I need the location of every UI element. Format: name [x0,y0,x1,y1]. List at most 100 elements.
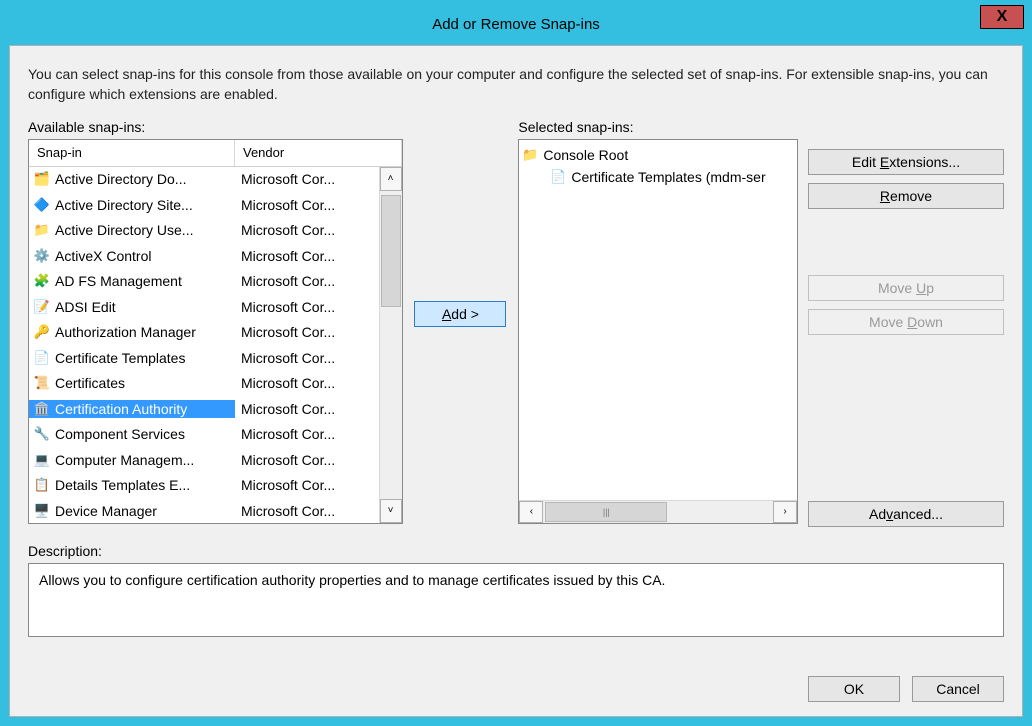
snapin-row[interactable]: 📁Active Directory Use...Microsoft Cor... [29,218,379,244]
adv-pre: Ad [869,506,886,522]
description-text: Allows you to configure certification au… [39,572,665,588]
snapin-row[interactable]: 🔧Component ServicesMicrosoft Cor... [29,422,379,448]
snapin-name: Active Directory Site... [55,197,193,213]
remove-underline: R [880,188,890,204]
snapin-icon: 📁 [33,221,51,239]
chevron-right-icon: › [783,506,786,517]
close-button[interactable]: X [980,5,1024,29]
action-column: Edit Extensions... Remove Move Up Move D… [808,119,1004,527]
snapin-row[interactable]: 📝ADSI EditMicrosoft Cor... [29,294,379,320]
scroll-left-button[interactable]: ‹ [519,501,543,523]
snapin-name-cell: 🔑Authorization Manager [29,323,235,341]
snapin-row[interactable]: 🧩AD FS Management Microsoft Cor... [29,269,379,295]
horizontal-scrollbar[interactable]: ‹ ||| › [519,500,797,523]
snapin-name-cell: 📝ADSI Edit [29,298,235,316]
header-vendor[interactable]: Vendor [235,140,402,166]
snapin-row[interactable]: 📜CertificatesMicrosoft Cor... [29,371,379,397]
hscroll-thumb[interactable]: ||| [545,502,667,522]
move-down-button: Move Down [808,309,1004,335]
snapin-icon: ⚙️ [33,247,51,265]
snapin-name: ActiveX Control [55,248,151,264]
move-up-button: Move Up [808,275,1004,301]
snapin-icon: 🏛️ [33,400,51,418]
spacer [808,217,1004,267]
snapin-name: Component Services [55,426,185,442]
tree-root-label: Console Root [543,147,628,163]
snapin-name: Active Directory Do... [55,171,186,187]
moveup-post: p [926,280,934,296]
snapin-name-cell: 🏛️Certification Authority [29,400,235,418]
dialog-window: Add or Remove Snap-ins X You can select … [0,0,1032,726]
close-icon: X [997,8,1008,26]
snapin-name-cell: 💻Computer Managem... [29,451,235,469]
scroll-down-button[interactable]: ˅ [380,499,402,523]
snapin-vendor: Microsoft Cor... [235,222,379,238]
remove-button[interactable]: Remove [808,183,1004,209]
snapin-name: Computer Managem... [55,452,194,468]
scroll-thumb[interactable] [381,195,401,307]
snapin-icon: 🔑 [33,323,51,341]
scroll-right-button[interactable]: › [773,501,797,523]
spacer [808,343,1004,493]
chevron-down-icon: ˅ [388,505,394,516]
add-underline: A [442,306,451,322]
snapin-icon: 📋 [33,476,51,494]
list-header-row: Snap-in Vendor [29,140,402,167]
snapin-vendor: Microsoft Cor... [235,273,379,289]
snapin-vendor: Microsoft Cor... [235,299,379,315]
chevron-up-icon: ˄ [388,173,394,184]
scroll-up-button[interactable]: ˄ [380,167,402,191]
client-area: You can select snap-ins for this console… [9,45,1023,717]
moveup-underline: U [916,280,926,296]
snapin-row[interactable]: ⚙️ActiveX ControlMicrosoft Cor... [29,243,379,269]
snapin-vendor: Microsoft Cor... [235,452,379,468]
snapin-icon: 🧩 [33,272,51,290]
header-snapin[interactable]: Snap-in [29,140,235,166]
edit-ext-underline: E [880,154,889,170]
snapin-icon: 📝 [33,298,51,316]
tree-child[interactable]: 📄 Certificate Templates (mdm-ser [521,166,795,188]
cancel-button[interactable]: Cancel [912,676,1004,702]
snapin-vendor: Microsoft Cor... [235,426,379,442]
snapin-vendor: Microsoft Cor... [235,171,379,187]
snapin-row[interactable]: 🔑Authorization ManagerMicrosoft Cor... [29,320,379,346]
snapin-row[interactable]: 🖥️Device ManagerMicrosoft Cor... [29,498,379,523]
vertical-scrollbar[interactable]: ˄ ˅ [379,167,402,523]
snapin-name: Certificates [55,375,125,391]
ok-button[interactable]: OK [808,676,900,702]
tree-root[interactable]: 📁 Console Root [521,144,795,166]
available-column: Available snap-ins: Snap-in Vendor 🗂️Act… [28,119,403,524]
add-button[interactable]: Add > [414,301,506,327]
snapin-row[interactable]: 📋Details Templates E...Microsoft Cor... [29,473,379,499]
adv-post: anced... [893,506,943,522]
available-label: Available snap-ins: [28,119,403,135]
snapin-name: AD FS Management [55,273,182,289]
snapin-name: Certification Authority [55,401,187,417]
snapin-name-cell: 🖥️Device Manager [29,502,235,520]
selected-tree[interactable]: 📁 Console Root 📄 Certificate Templates (… [518,139,798,524]
template-icon: 📄 [549,168,567,186]
movedown-underline: D [907,314,917,330]
snapin-name: Device Manager [55,503,157,519]
available-list[interactable]: Snap-in Vendor 🗂️Active Directory Do...M… [28,139,403,524]
snapin-vendor: Microsoft Cor... [235,477,379,493]
add-rest: dd > [451,306,479,322]
grip-icon: ||| [603,507,610,517]
edit-extensions-button[interactable]: Edit Extensions... [808,149,1004,175]
main-columns: Available snap-ins: Snap-in Vendor 🗂️Act… [28,119,1004,527]
snapin-row[interactable]: 📄Certificate TemplatesMicrosoft Cor... [29,345,379,371]
snapin-icon: 🔷 [33,196,51,214]
snapin-row[interactable]: 🔷Active Directory Site...Microsoft Cor..… [29,192,379,218]
tree-child-label: Certificate Templates (mdm-ser [571,169,765,185]
edit-ext-post: xtensions... [889,154,960,170]
hscroll-track[interactable]: ||| [543,501,773,523]
snapin-icon: 📜 [33,374,51,392]
snapin-row[interactable]: 🏛️Certification AuthorityMicrosoft Cor..… [29,396,379,422]
scroll-track[interactable] [380,191,402,499]
snapin-name-cell: 📋Details Templates E... [29,476,235,494]
snapin-icon: 🖥️ [33,502,51,520]
snapin-row[interactable]: 🗂️Active Directory Do...Microsoft Cor... [29,167,379,193]
advanced-button[interactable]: Advanced... [808,501,1004,527]
moveup-pre: Move [878,280,916,296]
snapin-row[interactable]: 💻Computer Managem...Microsoft Cor... [29,447,379,473]
